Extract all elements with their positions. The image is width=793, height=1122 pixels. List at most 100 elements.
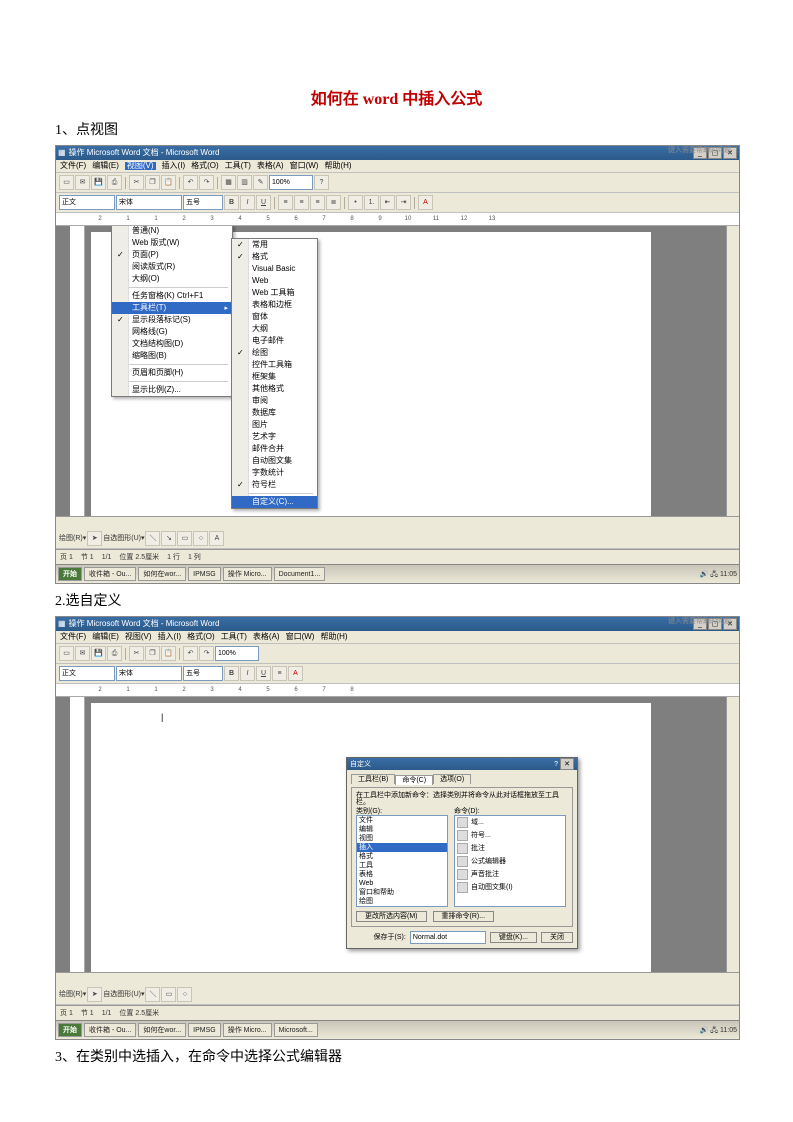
cat-item-insert[interactable]: 插入 xyxy=(357,843,447,852)
cmd-item[interactable]: 符号... xyxy=(455,829,565,842)
size-combo[interactable]: 五号 xyxy=(183,195,223,210)
close-dialog-button[interactable]: 关闭 xyxy=(541,932,573,943)
commands-listbox[interactable]: 域... 符号... 批注 公式编辑器 声音批注 自动图文集(I) xyxy=(454,815,566,907)
copy-button[interactable]: ❐ xyxy=(145,175,160,190)
task-item[interactable]: 如何在wor... xyxy=(138,1023,186,1037)
task-item[interactable]: 收件箱 - Ou... xyxy=(84,567,136,581)
horizontal-scrollbar[interactable] xyxy=(56,972,739,985)
task-item[interactable]: 如何在wor... xyxy=(138,567,186,581)
menu-view[interactable]: 视图(V) xyxy=(125,633,152,641)
tray-icon[interactable]: 🔊 xyxy=(699,1027,708,1034)
rect-button[interactable]: ▭ xyxy=(161,987,176,1002)
tb-forms[interactable]: 窗体 xyxy=(232,311,317,323)
tb-outline[interactable]: 大纲 xyxy=(232,323,317,335)
size-combo[interactable]: 五号 xyxy=(183,666,223,681)
task-item[interactable]: 操作 Micro... xyxy=(223,1023,272,1037)
print-button[interactable]: ⎙ xyxy=(107,175,122,190)
save-button[interactable]: 💾 xyxy=(91,646,106,661)
cat-item[interactable]: 工具 xyxy=(357,861,447,870)
redo-button[interactable]: ↷ xyxy=(199,175,214,190)
zoom-combo[interactable]: 100% xyxy=(269,175,313,190)
start-button[interactable]: 开始 xyxy=(58,567,82,581)
drawing-button[interactable]: ✎ xyxy=(253,175,268,190)
view-taskpane[interactable]: 任务窗格(K) Ctrl+F1 xyxy=(112,290,232,302)
undo-button[interactable]: ↶ xyxy=(183,646,198,661)
task-item[interactable]: Microsoft... xyxy=(274,1023,318,1037)
open-button[interactable]: ✉ xyxy=(75,175,90,190)
tb-picture[interactable]: 图片 xyxy=(232,419,317,431)
select-button[interactable]: ➤ xyxy=(87,987,102,1002)
cmd-item[interactable]: 域... xyxy=(455,816,565,829)
align-center-button[interactable]: ≡ xyxy=(294,195,309,210)
cat-item[interactable]: 格式 xyxy=(357,852,447,861)
zoom-combo[interactable]: 100% xyxy=(215,646,259,661)
tb-wordart[interactable]: 艺术字 xyxy=(232,431,317,443)
justify-button[interactable]: ≣ xyxy=(326,195,341,210)
view-toolbars[interactable]: 工具栏(T)▸ xyxy=(112,302,232,314)
view-thumbnails[interactable]: 缩略图(B) xyxy=(112,350,232,362)
cmd-item[interactable]: 批注 xyxy=(455,842,565,855)
rect-button[interactable]: ▭ xyxy=(177,531,192,546)
cut-button[interactable]: ✂ xyxy=(129,646,144,661)
tb-mailmerge[interactable]: 邮件合并 xyxy=(232,443,317,455)
vertical-scrollbar[interactable] xyxy=(726,697,739,972)
print-button[interactable]: ⎙ xyxy=(107,646,122,661)
tb-otherfmt[interactable]: 其他格式 xyxy=(232,383,317,395)
tb-customize[interactable]: 自定义(C)... xyxy=(232,496,317,508)
tb-standard[interactable]: 常用 xyxy=(232,239,317,251)
line-button[interactable]: ＼ xyxy=(145,531,160,546)
oval-button[interactable]: ○ xyxy=(177,987,192,1002)
view-zoom[interactable]: 显示比例(Z)... xyxy=(112,384,232,396)
copy-button[interactable]: ❐ xyxy=(145,646,160,661)
menu-table[interactable]: 表格(A) xyxy=(253,633,280,641)
help-search-hint[interactable]: 键入需要帮助的问题 xyxy=(668,147,731,154)
save-in-combo[interactable]: Normal.dot xyxy=(410,931,486,944)
cat-item[interactable]: 视图 xyxy=(357,834,447,843)
arrow-button[interactable]: ↘ xyxy=(161,531,176,546)
start-button[interactable]: 开始 xyxy=(58,1023,82,1037)
help-button[interactable]: ? xyxy=(314,175,329,190)
tb-review[interactable]: 审阅 xyxy=(232,395,317,407)
menu-tools[interactable]: 工具(T) xyxy=(221,633,247,641)
menu-file[interactable]: 文件(F) xyxy=(60,162,86,170)
view-gridlines[interactable]: 网格线(G) xyxy=(112,326,232,338)
align-left-button[interactable]: ≡ xyxy=(272,666,287,681)
menu-view[interactable]: 视图(V) xyxy=(125,162,156,170)
open-button[interactable]: ✉ xyxy=(75,646,90,661)
view-doc-map[interactable]: 文档结构图(D) xyxy=(112,338,232,350)
view-reading[interactable]: 阅读版式(R) xyxy=(112,261,232,273)
textbox-button[interactable]: A xyxy=(209,531,224,546)
tb-controls[interactable]: 控件工具箱 xyxy=(232,359,317,371)
task-item[interactable]: IPMSG xyxy=(188,567,221,581)
cat-item[interactable]: 表格 xyxy=(357,870,447,879)
task-item[interactable]: Document1... xyxy=(274,567,326,581)
paste-button[interactable]: 📋 xyxy=(161,646,176,661)
cmd-equation-editor[interactable]: 公式编辑器 xyxy=(455,855,565,868)
menu-help[interactable]: 帮助(H) xyxy=(320,633,347,641)
menu-edit[interactable]: 编辑(E) xyxy=(92,633,119,641)
new-doc-button[interactable]: ▭ xyxy=(59,646,74,661)
tray-icon[interactable]: 🖧 xyxy=(710,571,718,578)
cat-item[interactable]: 文件 xyxy=(357,816,447,825)
undo-button[interactable]: ↶ xyxy=(183,175,198,190)
menu-tools[interactable]: 工具(T) xyxy=(225,162,251,170)
help-search-hint[interactable]: 键入需要帮助的问题 xyxy=(668,618,731,625)
style-combo[interactable]: 正文 xyxy=(59,195,115,210)
tab-commands[interactable]: 命令(C) xyxy=(395,775,433,785)
cat-item[interactable]: Web xyxy=(357,879,447,888)
horizontal-scrollbar[interactable] xyxy=(56,516,739,529)
menu-window[interactable]: 窗口(W) xyxy=(290,162,319,170)
tb-symbols[interactable]: 符号栏 xyxy=(232,479,317,491)
menu-file[interactable]: 文件(F) xyxy=(60,633,86,641)
menu-insert[interactable]: 插入(I) xyxy=(158,633,182,641)
menu-insert[interactable]: 插入(I) xyxy=(162,162,186,170)
font-combo[interactable]: 宋体 xyxy=(116,666,182,681)
tray-icon[interactable]: 🖧 xyxy=(710,1027,718,1034)
rearrange-button[interactable]: 重排命令(R)... xyxy=(433,911,495,922)
vertical-scrollbar[interactable] xyxy=(726,226,739,516)
tb-webtools[interactable]: Web 工具箱 xyxy=(232,287,317,299)
tb-wordcount[interactable]: 字数统计 xyxy=(232,467,317,479)
tb-web[interactable]: Web xyxy=(232,275,317,287)
view-outline[interactable]: 大纲(O) xyxy=(112,273,232,285)
bold-button[interactable]: B xyxy=(224,195,239,210)
